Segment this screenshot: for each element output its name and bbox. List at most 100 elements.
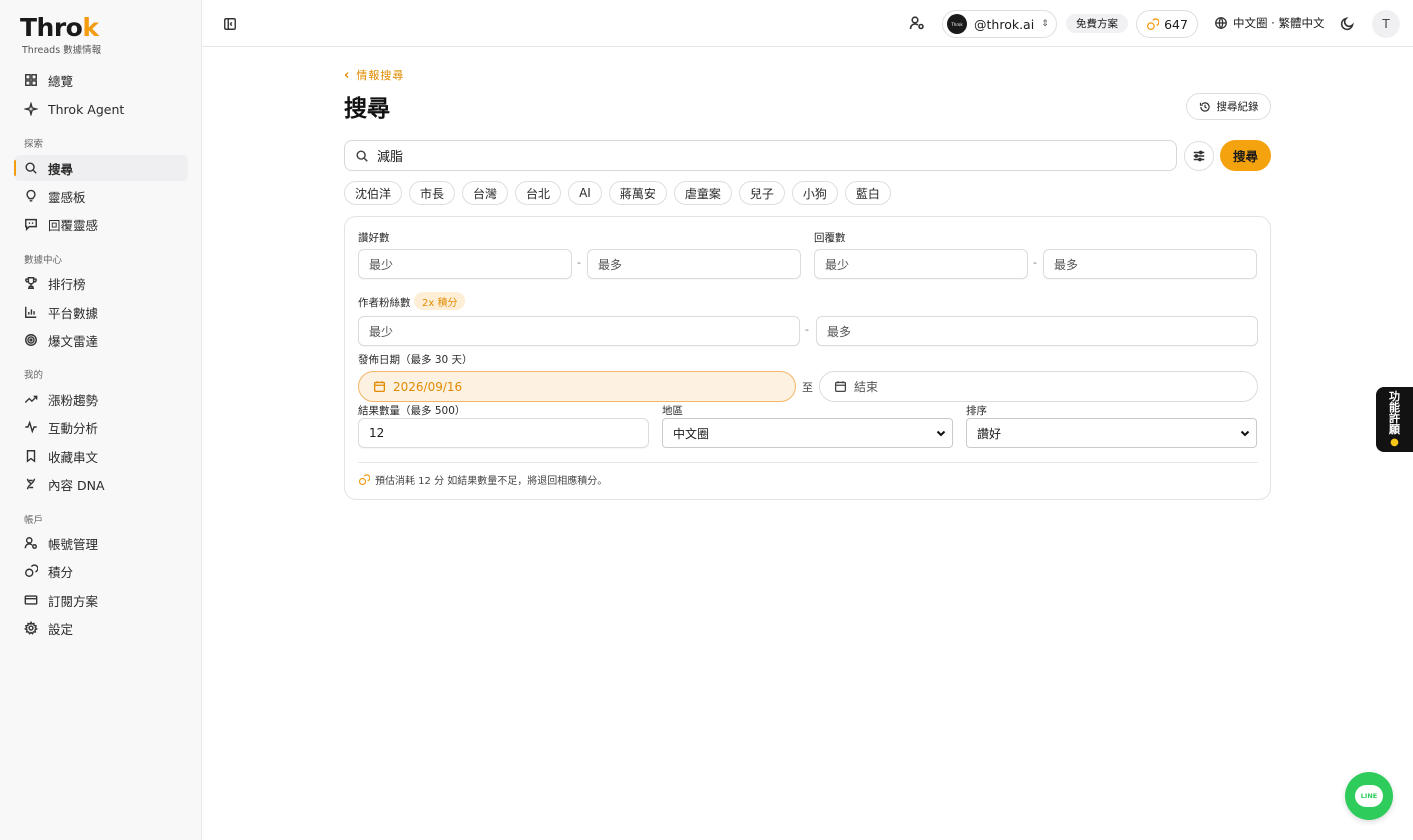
sidebar-item-credits[interactable]: 積分 <box>14 558 188 584</box>
sidebar: Throk Threads 數據情報 總覽 Throk Agent 探索 搜尋 … <box>0 0 202 840</box>
date-start-input[interactable]: 2026/09/16 <box>358 371 796 402</box>
credits-button[interactable]: 647 <box>1136 10 1198 38</box>
chevron-down-icon <box>1240 427 1250 437</box>
search-history-button[interactable]: 搜尋紀錄 <box>1186 93 1271 120</box>
keyword-chip[interactable]: 兒子 <box>738 181 785 205</box>
region-language-selector[interactable]: 中文圈 · 繁體中文 <box>1214 15 1324 31</box>
sidebar-item-label: 漲粉趨勢 <box>48 392 99 408</box>
sidebar-item-label: 收藏串文 <box>48 449 99 465</box>
sidebar-item-engagement[interactable]: 互動分析 <box>14 414 188 440</box>
likes-min-input[interactable]: 最少 <box>358 249 572 279</box>
avatar[interactable]: T <box>1372 10 1400 38</box>
sidebar-item-agent[interactable]: Throk Agent <box>14 96 188 122</box>
keyword-chip[interactable]: 市長 <box>409 181 456 205</box>
search-button[interactable]: 搜尋 <box>1220 140 1271 171</box>
calendar-icon <box>834 381 847 393</box>
brand-logo[interactable]: Throk Threads 數據情報 <box>20 13 101 57</box>
sidebar-item-search[interactable]: 搜尋 <box>14 155 188 181</box>
keyword-chip[interactable]: 小狗 <box>791 181 838 205</box>
keyword-chip[interactable]: 沈伯洋 <box>344 181 403 205</box>
keyword-chip[interactable]: 虐童案 <box>673 181 732 205</box>
keyword-chip[interactable]: AI <box>568 181 602 205</box>
sidebar-item-account-management[interactable]: 帳號管理 <box>14 530 188 556</box>
sidebar-item-label: 搜尋 <box>48 161 74 177</box>
back-link[interactable]: ‹ 情報搜尋 <box>344 67 404 83</box>
replies-max-input[interactable]: 最多 <box>1043 249 1257 279</box>
region-language-label: 中文圈 · 繁體中文 <box>1233 16 1325 30</box>
sidebar-item-leaderboard[interactable]: 排行榜 <box>14 270 188 296</box>
sidebar-item-label: 排行榜 <box>48 276 86 292</box>
credits-count: 647 <box>1164 16 1188 32</box>
range-separator: - <box>805 323 809 336</box>
divider <box>358 462 1258 463</box>
dark-mode-icon[interactable] <box>1340 15 1356 31</box>
back-link-label: 情報搜尋 <box>356 69 405 82</box>
account-switcher[interactable]: Throk @throk.ai ⇕ <box>942 10 1057 38</box>
user-cog-icon <box>24 536 38 550</box>
sidebar-item-content-dna[interactable]: 內容 DNA <box>14 471 188 497</box>
chevron-left-icon: ‹ <box>344 67 351 83</box>
sidebar-item-label: 平台數據 <box>48 305 99 321</box>
search-icon <box>356 149 368 162</box>
sidebar-toggle-icon[interactable] <box>223 16 237 30</box>
sidebar-item-label: 總覽 <box>48 73 74 89</box>
sidebar-item-label: 設定 <box>48 621 74 637</box>
sidebar-item-inspiration[interactable]: 靈感板 <box>14 183 188 209</box>
keyword-chip[interactable]: 台灣 <box>462 181 509 205</box>
feature-request-tab[interactable]: 功 能 許 願 ● <box>1376 387 1413 452</box>
sidebar-item-label: 內容 DNA <box>48 477 105 493</box>
sidebar-item-viral-radar[interactable]: 爆文雷達 <box>14 327 188 353</box>
sidebar-item-label: 回覆靈感 <box>48 217 99 233</box>
sidebar-item-overview[interactable]: 總覽 <box>14 67 188 93</box>
sidebar-item-subscription[interactable]: 訂閱方案 <box>14 587 188 613</box>
sliders-icon <box>1193 150 1205 162</box>
nav-section-data-center: 數據中心 <box>24 255 63 266</box>
search-input[interactable] <box>377 148 1176 163</box>
date-start-value: 2026/09/16 <box>393 379 463 394</box>
user-switch-icon[interactable] <box>909 15 925 31</box>
sort-select[interactable]: 讚好 <box>966 418 1257 448</box>
search-bar <box>344 140 1177 171</box>
sidebar-item-follower-trend[interactable]: 漲粉趨勢 <box>14 386 188 412</box>
result-count-input[interactable]: 12 <box>358 418 649 448</box>
likes-label: 讚好數 <box>358 232 390 244</box>
keyword-chip[interactable]: 藍白 <box>844 181 891 205</box>
advanced-filter-panel: 讚好數 最少 - 最多 回覆數 最少 - 最多 作者粉絲數 2x 積分 最少 -… <box>344 216 1271 500</box>
sidebar-item-label: 訂閱方案 <box>48 593 99 609</box>
keyword-chip[interactable]: 蔣萬安 <box>608 181 667 205</box>
coins-icon <box>1147 17 1160 30</box>
date-end-input[interactable]: 結束 <box>819 371 1258 402</box>
followers-label: 作者粉絲數 <box>358 297 411 309</box>
sidebar-item-reply-inspiration[interactable]: 回覆靈感 <box>14 211 188 237</box>
page-title: 搜尋 <box>344 96 390 122</box>
region-select[interactable]: 中文圈 <box>662 418 953 448</box>
replies-label: 回覆數 <box>814 232 846 244</box>
replies-min-input[interactable]: 最少 <box>814 249 1028 279</box>
suggested-keywords: 沈伯洋 市長 台灣 台北 AI 蔣萬安 虐童案 兒子 小狗 藍白 <box>344 181 898 205</box>
sidebar-item-platform-data[interactable]: 平台數據 <box>14 299 188 325</box>
result-count-label: 結果數量（最多 500） <box>358 405 466 417</box>
sidebar-item-label: 互動分析 <box>48 420 99 436</box>
sidebar-item-saved-threads[interactable]: 收藏串文 <box>14 443 188 469</box>
followers-min-input[interactable]: 最少 <box>358 316 800 346</box>
gear-icon <box>24 621 38 635</box>
calendar-icon <box>373 381 386 393</box>
history-icon <box>1199 101 1210 112</box>
brand-name: Thro <box>20 13 83 42</box>
lightbulb-icon <box>24 189 38 203</box>
region-label: 地區 <box>662 405 683 417</box>
plan-badge[interactable]: 免費方案 <box>1066 14 1128 33</box>
trophy-icon <box>24 276 38 290</box>
feature-request-char: 願 <box>1389 423 1400 436</box>
search-icon <box>24 161 38 175</box>
date-end-placeholder: 結束 <box>854 380 879 394</box>
account-handle: @throk.ai <box>974 16 1035 32</box>
followers-max-input[interactable]: 最多 <box>816 316 1258 346</box>
line-icon: LINE <box>1355 785 1383 807</box>
line-chat-button[interactable]: LINE <box>1345 772 1393 820</box>
filter-toggle-button[interactable] <box>1184 141 1214 171</box>
sidebar-item-settings[interactable]: 設定 <box>14 615 188 641</box>
likes-max-input[interactable]: 最多 <box>587 249 801 279</box>
activity-icon <box>24 420 38 434</box>
keyword-chip[interactable]: 台北 <box>515 181 562 205</box>
